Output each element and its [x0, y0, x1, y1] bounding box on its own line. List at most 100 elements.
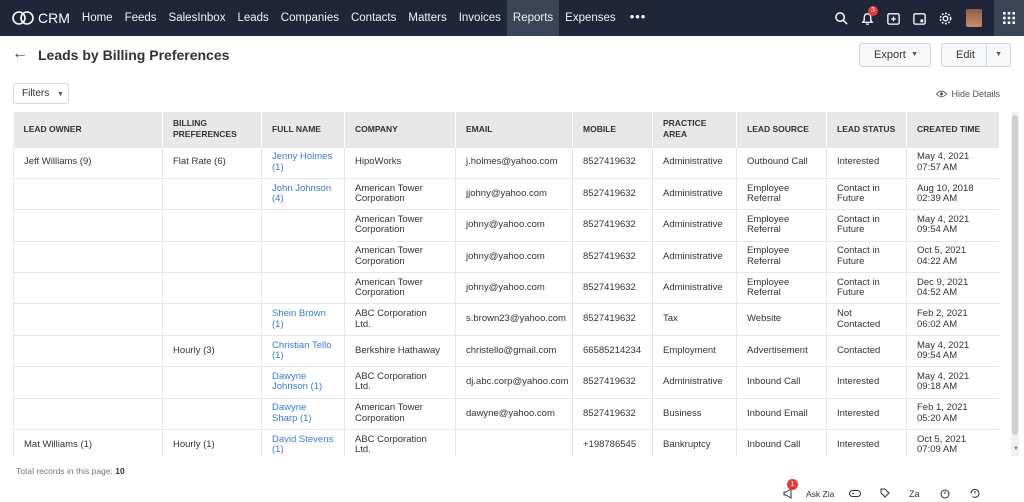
hide-details-toggle[interactable]: Hide Details: [936, 89, 1000, 99]
tag-icon[interactable]: [870, 488, 900, 499]
calendar-add-icon[interactable]: [880, 0, 906, 36]
search-icon[interactable]: [828, 0, 854, 36]
cell-created-time: Feb 1, 2021 05:20 AM: [906, 397, 999, 431]
cell-full-name[interactable]: Jenny Holmes (1): [261, 146, 345, 179]
cell-full-name: [261, 209, 345, 242]
column-header-billing-preferences[interactable]: BILLING PREFERENCES: [162, 112, 262, 147]
crm-logo[interactable]: CRM: [12, 10, 70, 26]
eye-icon: [936, 90, 948, 98]
cell-company: American Tower Corporation: [344, 272, 456, 305]
cell-created-time: May 4, 2021 07:57 AM: [906, 146, 999, 179]
scrollbar-thumb[interactable]: [1012, 115, 1018, 435]
calendar-icon[interactable]: [906, 0, 932, 36]
column-header-mobile[interactable]: MOBILE: [572, 112, 653, 147]
nav-item-expenses[interactable]: Expenses: [559, 0, 622, 36]
cell-lead-status: Contact in Future: [826, 177, 907, 211]
nav-item-companies[interactable]: Companies: [275, 0, 345, 36]
top-navigation: CRM Home Feeds SalesInbox Leads Companies Con…: [0, 0, 1024, 36]
cell-full-name[interactable]: Dawyne Sharp (1): [261, 397, 345, 431]
cell-lead-owner: [13, 240, 163, 274]
table-row: John Johnson (4) American Tower Corporati…: [13, 177, 999, 211]
cell-company: HipoWorks: [344, 146, 456, 179]
cell-lead-owner: [13, 366, 163, 399]
cell-lead-owner: Jeff Williams (9): [13, 146, 163, 179]
nav-item-reports[interactable]: Reports: [506, 0, 560, 36]
cell-created-time: May 4, 2021 09:18 AM: [906, 366, 999, 399]
table-row: American Tower Corporation johny@yahoo.co…: [13, 240, 999, 274]
cell-created-time: May 4, 2021 09:54 AM: [906, 209, 999, 242]
announcement-badge: 1: [787, 479, 798, 490]
cell-created-time: Feb 2, 2021 06:02 AM: [906, 303, 999, 336]
cell-email: johny@yahoo.com: [455, 272, 573, 305]
cell-company: American Tower Corporation: [344, 240, 456, 274]
column-header-company[interactable]: COMPANY: [344, 112, 456, 147]
cell-company: Berkshire Hathaway: [344, 334, 456, 368]
column-header-created-time[interactable]: CREATED TIME: [906, 112, 999, 147]
table-row: Hourly (3) Christian Tello (1) Berkshire H…: [13, 334, 999, 368]
export-label: Export: [874, 49, 906, 61]
cell-company: ABC Corporation Ltd.: [344, 303, 456, 336]
cell-company: American Tower Corporation: [344, 177, 456, 211]
cell-full-name[interactable]: Shein Brown (1): [261, 303, 345, 336]
vertical-scrollbar[interactable]: [1011, 112, 1019, 456]
table-row: Shein Brown (1) ABC Corporation Ltd. s.bro…: [13, 303, 999, 336]
cell-practice-area: Administrative: [652, 177, 737, 211]
edit-button[interactable]: Edit ▼: [941, 43, 1011, 67]
cell-billing-preferences: [162, 272, 262, 305]
cell-full-name[interactable]: Dawyne Johnson (1): [261, 366, 345, 399]
column-header-practice-area[interactable]: PRACTICE AREA: [652, 112, 737, 147]
nav-item-invoices[interactable]: Invoices: [453, 0, 507, 36]
column-header-full-name[interactable]: FULL NAME: [261, 112, 345, 147]
game-controller-icon[interactable]: [840, 488, 870, 499]
nav-item-home[interactable]: Home: [76, 0, 119, 36]
cell-email: s.brown23@yahoo.com: [455, 303, 573, 336]
page-title: Leads by Billing Preferences: [38, 47, 230, 63]
column-header-lead-source[interactable]: LEAD SOURCE: [736, 112, 827, 147]
cell-lead-status: Interested: [826, 146, 907, 179]
cell-full-name[interactable]: David Stevens (1): [261, 429, 345, 456]
alarm-clock-icon[interactable]: [930, 488, 960, 499]
table-row: Dawyne Sharp (1) American Tower Corporati…: [13, 397, 999, 431]
cell-lead-status: Not Contacted: [826, 303, 907, 336]
settings-gear-icon[interactable]: [932, 0, 958, 36]
cell-lead-status: Interested: [826, 366, 907, 399]
table-header-row: LEAD OWNER BILLING PREFERENCES FULL NAME CO…: [13, 112, 999, 147]
cell-billing-preferences: Hourly (1): [162, 429, 262, 456]
history-icon[interactable]: [960, 488, 990, 499]
nav-item-matters[interactable]: Matters: [402, 0, 452, 36]
cell-billing-preferences: Flat Rate (6): [162, 146, 262, 179]
column-header-lead-owner[interactable]: LEAD OWNER: [13, 112, 163, 147]
nav-item-contacts[interactable]: Contacts: [345, 0, 402, 36]
cell-lead-owner: [13, 272, 163, 305]
table-row: American Tower Corporation johny@yahoo.co…: [13, 209, 999, 242]
ask-zia-button[interactable]: Ask Zia: [806, 489, 834, 499]
cell-billing-preferences: [162, 209, 262, 242]
nav-item-leads[interactable]: Leads: [231, 0, 274, 36]
translate-icon[interactable]: Za: [900, 488, 930, 499]
cell-lead-status: Contacted: [826, 334, 907, 368]
cell-mobile: 8527419632: [572, 303, 653, 336]
total-records-value: 10: [115, 466, 125, 476]
cell-mobile: 8527419632: [572, 240, 653, 274]
user-avatar[interactable]: [966, 9, 982, 27]
cell-full-name[interactable]: John Johnson (4): [261, 177, 345, 211]
export-button[interactable]: Export ▼: [859, 43, 931, 67]
notifications-bell-icon[interactable]: 3: [854, 0, 880, 36]
cell-practice-area: Administrative: [652, 366, 737, 399]
cell-company: ABC Corporation Ltd.: [344, 429, 456, 456]
column-header-lead-status[interactable]: LEAD STATUS: [826, 112, 907, 147]
nav-item-feeds[interactable]: Feeds: [119, 0, 163, 36]
cell-full-name[interactable]: Christian Tello (1): [261, 334, 345, 368]
scroll-down-arrow-icon[interactable]: ▼: [1013, 446, 1019, 452]
apps-grid-icon[interactable]: [994, 0, 1024, 36]
cell-lead-source: Employee Referral: [736, 272, 827, 305]
edit-options-chevron-icon[interactable]: ▼: [995, 44, 1002, 66]
more-modules-button[interactable]: •••: [622, 0, 655, 36]
column-header-email[interactable]: EMAIL: [455, 112, 573, 147]
back-arrow-icon[interactable]: ←: [12, 45, 28, 63]
cell-practice-area: Tax: [652, 303, 737, 336]
nav-item-salesinbox[interactable]: SalesInbox: [163, 0, 232, 36]
cell-lead-source: Outbound Call: [736, 146, 827, 179]
filters-dropdown[interactable]: Filters ▼: [13, 83, 69, 104]
announcement-icon[interactable]: 1: [774, 479, 804, 499]
